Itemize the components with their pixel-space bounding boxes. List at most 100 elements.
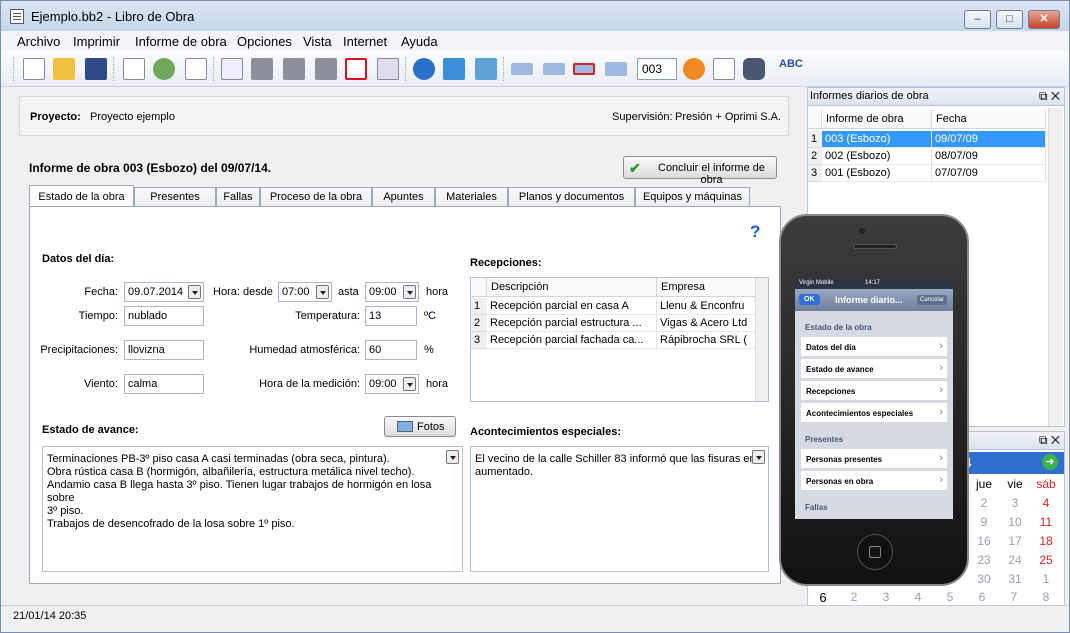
col-empresa[interactable]: Empresa [657,278,757,297]
table-row[interactable]: Recepción parcial en casa A [487,298,657,315]
menu-vista[interactable]: Vista [303,34,332,49]
calendar-day[interactable]: 3 [874,590,898,604]
table-cell[interactable]: 07/07/09 [932,165,1046,182]
medicion-field[interactable]: 09:00 [365,374,419,394]
open-folder-icon[interactable] [53,58,75,80]
web-icon[interactable] [443,58,465,80]
phone-cancel-button[interactable]: Cancelar [917,295,948,305]
tab-fallas[interactable]: Fallas [216,187,260,207]
col-informe[interactable]: Informe de obra [822,110,932,129]
hora-asta-field[interactable]: 09:00 [365,282,419,302]
print2-icon[interactable] [283,58,305,80]
pdf-icon[interactable] [345,58,367,80]
calendar-day[interactable]: 24 [1003,553,1027,567]
col-descripcion[interactable]: Descripción [487,278,657,297]
phone-list-item[interactable]: Estado de avance [801,359,947,379]
new-doc-icon[interactable] [23,58,45,80]
calendar-day[interactable]: 6 [811,590,835,605]
tab-proceso[interactable]: Proceso de la obra [260,187,372,207]
close-report-button[interactable]: ✔ Concluir el informe de obra [623,156,777,186]
calendar-day[interactable]: 17 [1003,534,1027,548]
menu-opciones[interactable]: Opciones [237,34,292,49]
calendar-day[interactable]: 4 [906,590,930,604]
menu-informe[interactable]: Informe de obra [135,34,227,49]
table-row[interactable]: 002 (Esbozo) [822,148,932,165]
calendar-day[interactable]: 23 [972,553,996,567]
delete-row-icon[interactable] [573,63,595,75]
list-icon[interactable] [123,58,145,80]
table-row[interactable]: Recepción parcial estructura ... [487,315,657,332]
document-icon[interactable] [185,58,207,80]
help-icon[interactable]: ? [750,222,760,242]
pane-float-icon[interactable]: ⧉ ✕ [1039,89,1060,104]
grid-scrollbar[interactable] [755,278,768,401]
calendar-day[interactable]: 6 [970,590,994,604]
tab-planos[interactable]: Planos y documentos [508,187,635,207]
phone-list-item[interactable]: Personas en obra [801,471,947,491]
fecha-field[interactable]: 09.07.2014 [124,282,204,302]
email-icon[interactable] [413,58,435,80]
image-icon[interactable] [475,58,497,80]
phone-ok-button[interactable]: OK [799,294,820,305]
calendar-day[interactable]: 11 [1034,515,1058,529]
insert-row-icon[interactable] [511,63,533,75]
chevron-down-icon[interactable] [403,377,416,391]
table-cell[interactable]: 08/07/09 [932,148,1046,165]
find-icon[interactable] [743,58,765,80]
calendar-day[interactable]: 3 [1003,496,1027,510]
precip-field[interactable]: llovizna [124,340,204,360]
move-row-icon[interactable] [543,63,565,75]
chevron-down-icon[interactable] [446,450,459,464]
goto-icon[interactable] [683,58,705,80]
chevron-down-icon[interactable] [752,450,765,464]
tiempo-field[interactable]: nublado [124,306,204,326]
phone-list-item[interactable]: Acontecimientos especiales [801,403,947,423]
calendar-day[interactable]: 7 [1002,590,1026,604]
print-icon[interactable] [251,58,273,80]
acontecimientos-textarea[interactable]: El vecino de la calle Schiller 83 inform… [470,446,769,572]
table-cell[interactable]: Rápibrocha SRL ( [657,332,757,349]
menu-imprimir[interactable]: Imprimir [73,34,120,49]
calendar-day[interactable]: 4 [1034,496,1058,510]
humedad-field[interactable]: 60 [365,340,417,360]
calendar-icon[interactable] [713,58,735,80]
calendar-day[interactable]: 16 [972,534,996,548]
table-row[interactable]: 001 (Esbozo) [822,165,932,182]
calendar-day[interactable]: 18 [1034,534,1058,548]
calendar-day[interactable]: 10 [1003,515,1027,529]
calendar-day[interactable]: 2 [842,590,866,604]
menu-ayuda[interactable]: Ayuda [401,34,438,49]
save-icon[interactable] [85,58,107,80]
temperatura-field[interactable]: 13 [365,306,417,326]
calendar-day[interactable]: 8 [1034,590,1058,604]
users-icon[interactable] [153,58,175,80]
calendar-day[interactable]: 9 [972,515,996,529]
pane-float-icon[interactable]: ⧉ ✕ [1039,433,1060,448]
export-icon[interactable] [377,58,399,80]
calendar-day[interactable]: 31 [1003,572,1027,586]
table-cell[interactable]: 09/07/09 [932,131,1046,148]
table-cell[interactable]: Vigas & Acero Ltd [657,315,757,332]
chevron-down-icon[interactable] [188,285,201,299]
next-month-icon[interactable]: ➜ [1042,454,1058,470]
phone-list-item[interactable]: Datos del día [801,337,947,357]
tab-equipos[interactable]: Equipos y máquinas [635,187,750,207]
calendar-day[interactable]: 25 [1034,553,1058,567]
calendar-day[interactable]: 5 [938,590,962,604]
menu-internet[interactable]: Internet [343,34,387,49]
calendar-day[interactable]: 2 [972,496,996,510]
chevron-down-icon[interactable] [316,285,329,299]
viento-field[interactable]: calma [124,374,204,394]
edit-row-icon[interactable] [605,62,627,76]
calendar-day[interactable]: 30 [972,572,996,586]
menu-archivo[interactable]: Archivo [17,34,60,49]
fotos-button[interactable]: Fotos [384,416,456,437]
close-button[interactable]: ✕ [1028,10,1060,29]
avance-textarea[interactable]: Terminaciones PB-3º piso casa A casi ter… [42,446,463,572]
report-number-input[interactable]: 003 [637,58,677,80]
minimize-button[interactable]: – [964,10,991,29]
phone-list-item[interactable]: Personas presentes [801,449,947,469]
tab-presentes[interactable]: Presentes [134,187,216,207]
phone-list-item[interactable]: Recepciones [801,381,947,401]
tab-materiales[interactable]: Materiales [435,187,508,207]
